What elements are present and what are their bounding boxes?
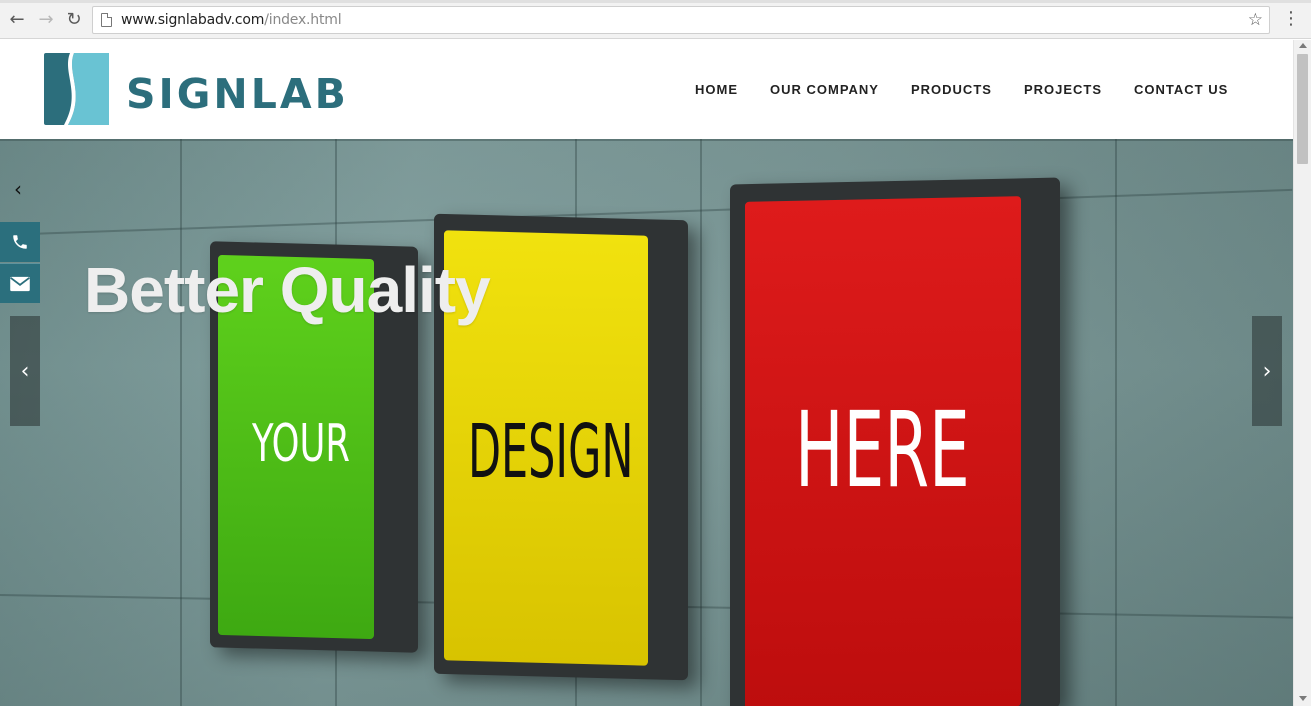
- wall-line: [180, 139, 182, 706]
- arrow-right-icon[interactable]: →: [35, 9, 57, 31]
- chevron-right-icon: ›: [1262, 358, 1272, 384]
- nav-projects[interactable]: PROJECTS: [1024, 82, 1102, 97]
- logo-text: SIGNLAB: [126, 70, 349, 118]
- wall-line: [0, 139, 1293, 141]
- main-nav: HOME OUR COMPANY PRODUCTS PROJECTS CONTA…: [695, 82, 1228, 97]
- scroll-thumb[interactable]: [1297, 54, 1308, 164]
- kebab-menu-icon[interactable]: ⋮: [1282, 8, 1300, 30]
- url-text[interactable]: www.signlabadv.com/index.html: [121, 12, 342, 28]
- wall-line: [1115, 139, 1117, 706]
- nav-our-company[interactable]: OUR COMPANY: [770, 82, 879, 97]
- phone-icon: [13, 235, 27, 249]
- envelope-icon: [10, 276, 30, 291]
- chevron-left-icon: ‹: [20, 358, 30, 384]
- scroll-down-icon[interactable]: [1299, 696, 1307, 701]
- hero-title: Better Quality: [84, 254, 491, 326]
- nav-products[interactable]: PRODUCTS: [911, 82, 992, 97]
- sign-text-here: HERE: [795, 389, 970, 511]
- reload-icon[interactable]: ↻: [63, 9, 85, 31]
- sign-text-design: DESIGN: [468, 409, 634, 495]
- page-icon: [101, 13, 112, 27]
- logo-mark-icon: [44, 53, 109, 125]
- scroll-up-icon[interactable]: [1299, 43, 1307, 48]
- slider-prev-button[interactable]: ‹: [10, 316, 40, 426]
- logo[interactable]: SIGNLAB: [44, 53, 394, 126]
- vertical-scrollbar[interactable]: [1293, 40, 1311, 706]
- slider-next-button[interactable]: ›: [1252, 316, 1282, 426]
- wall-line: [700, 139, 702, 706]
- site-header: SIGNLAB HOME OUR COMPANY PRODUCTS PROJEC…: [0, 40, 1293, 139]
- star-icon[interactable]: ☆: [1248, 10, 1263, 30]
- phone-button[interactable]: [0, 222, 40, 262]
- chevron-left-icon[interactable]: ‹: [14, 177, 22, 201]
- browser-toolbar: ← → ↻ www.signlabadv.com/index.html ☆ ⋮: [0, 0, 1311, 39]
- arrow-left-icon[interactable]: ←: [6, 9, 28, 31]
- nav-home[interactable]: HOME: [695, 82, 738, 97]
- address-bar[interactable]: www.signlabadv.com/index.html ☆: [92, 6, 1270, 34]
- tab-strip: [0, 0, 1311, 3]
- hero-slider: YOUR DESIGN HERE Better Quality ‹ ‹ ›: [0, 139, 1293, 706]
- email-button[interactable]: [0, 263, 40, 303]
- sign-text-your: YOUR: [252, 414, 350, 474]
- nav-contact-us[interactable]: CONTACT US: [1134, 82, 1228, 97]
